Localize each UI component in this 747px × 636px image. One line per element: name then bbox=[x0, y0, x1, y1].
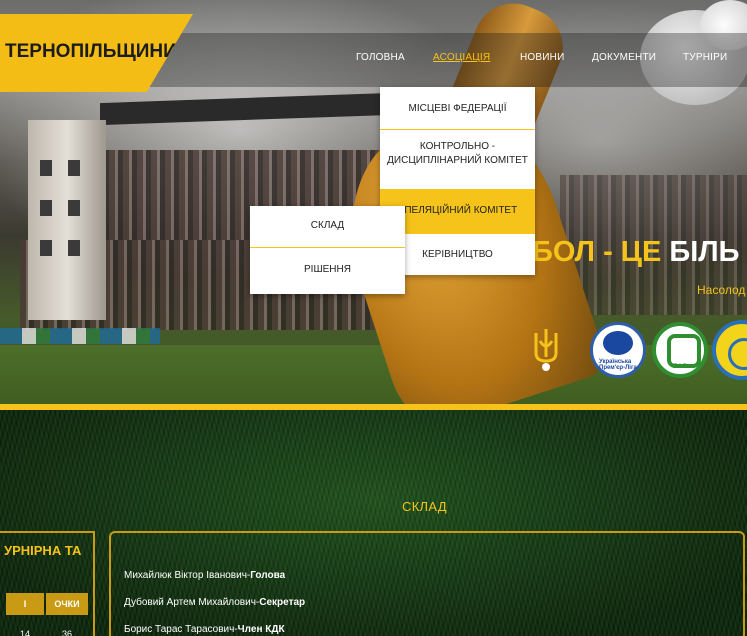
nav-association[interactable]: АСОЦІАЦІЯ bbox=[433, 52, 490, 63]
submenu-composition[interactable]: СКЛАД bbox=[250, 220, 405, 231]
table-header-points: ОЧКИ bbox=[46, 593, 88, 615]
menu-disciplinary-line1: КОНТРОЛЬНО - bbox=[419, 141, 496, 152]
logo-text: ТЕРНОПІЛЬЩИНИ bbox=[5, 41, 177, 62]
hero-subtitle: Насолод bbox=[697, 283, 746, 297]
member-row: Михайлюк Віктор Іванович-Голова bbox=[124, 570, 286, 581]
table-cell-points: 36 bbox=[61, 629, 72, 636]
section-title: СКЛАД bbox=[402, 499, 447, 514]
composition-box bbox=[109, 531, 745, 636]
nav-news[interactable]: НОВИНИ bbox=[520, 52, 564, 63]
ffu-trident-logo bbox=[534, 329, 558, 371]
menu-disciplinary-committee[interactable]: КОНТРОЛЬНО - ДИСЦИПЛІНАРНИЙ КОМІТЕТ bbox=[380, 140, 535, 168]
menu-disciplinary-line2: ДИСЦИПЛІНАРНИЙ КОМІТЕТ bbox=[387, 155, 528, 166]
menu-divider bbox=[380, 129, 535, 130]
stadium-tower bbox=[28, 120, 106, 320]
stadium-ad-boards bbox=[0, 328, 160, 344]
member-row: Борис Тарас Тарасович-Член КДК bbox=[124, 624, 285, 635]
table-title: УРНІРНА ТА bbox=[4, 543, 82, 558]
table-header-games: І bbox=[6, 593, 44, 615]
member-row: Дубовий Артем Михайлович-Секретар bbox=[124, 597, 306, 608]
committee-submenu: СКЛАД РІШЕННЯ bbox=[250, 206, 405, 294]
nav-home[interactable]: ГОЛОВНА bbox=[356, 52, 405, 63]
submenu-decisions[interactable]: РІШЕННЯ bbox=[250, 264, 405, 275]
table-cell-games: 14 bbox=[19, 629, 30, 636]
pfl-logo: ПФЛ bbox=[652, 322, 708, 378]
stadium-roof bbox=[100, 92, 390, 126]
nav-tournaments[interactable]: ТУРНІРИ bbox=[683, 52, 727, 63]
submenu-divider bbox=[250, 247, 405, 248]
tournament-table: УРНІРНА ТА І ОЧКИ 14 36 bbox=[0, 531, 95, 636]
hero-headline: БОЛ - ЦЕ БІЛЬ bbox=[532, 236, 740, 268]
menu-local-federations[interactable]: МІСЦЕВІ ФЕДЕРАЦІЇ bbox=[380, 103, 535, 114]
upl-logo: Українська Прем'єр-Ліга bbox=[590, 322, 646, 378]
nav-documents[interactable]: ДОКУМЕНТИ bbox=[592, 52, 656, 63]
